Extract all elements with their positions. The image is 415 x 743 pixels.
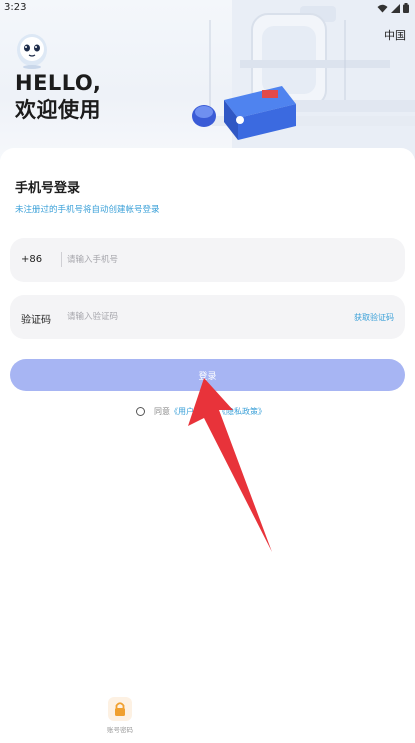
login-screen: 3:23 中国 HELLO, 欢迎使用 手机号登录 未注册过的手机号将自动创建帐…	[0, 0, 415, 743]
account-password-label: 账号密码	[107, 726, 133, 734]
arrow-annotation-icon	[188, 378, 272, 552]
account-password-login[interactable]: 账号密码	[100, 697, 140, 734]
lock-icon	[108, 697, 132, 721]
